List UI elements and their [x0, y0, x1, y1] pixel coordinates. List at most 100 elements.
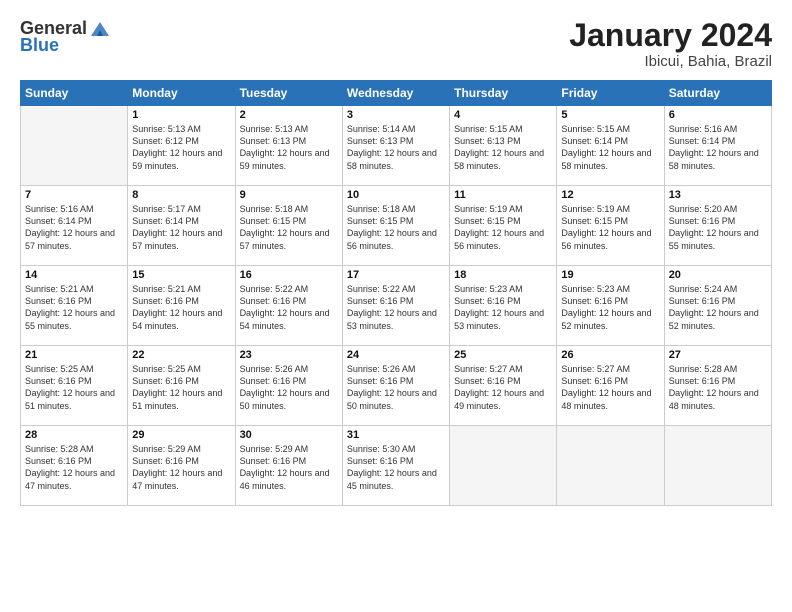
day-info: Sunrise: 5:18 AMSunset: 6:15 PMDaylight:…	[347, 203, 445, 252]
calendar-cell: 16 Sunrise: 5:22 AMSunset: 6:16 PMDayligh…	[235, 266, 342, 346]
day-number: 15	[132, 269, 230, 281]
calendar-cell: 6Sunrise: 5:16 AMSunset: 6:14 PMDaylight…	[664, 106, 771, 186]
calendar-cell: 20Sunrise: 5:24 AMSunset: 6:16 PMDayligh…	[664, 266, 771, 346]
weekday-header-tuesday: Tuesday	[235, 81, 342, 106]
day-number: 11	[454, 189, 552, 201]
day-number: 4	[454, 109, 552, 121]
calendar-subtitle: Ibicui, Bahia, Brazil	[569, 53, 772, 70]
calendar-cell: 28 Sunrise: 5:28 AMSunset: 6:16 PMDayligh…	[21, 426, 128, 506]
day-number: 8	[132, 189, 230, 201]
day-number: 18	[454, 269, 552, 281]
day-info: Sunrise: 5:22 AMSunset: 6:16 PMDaylight:…	[347, 283, 445, 332]
calendar-cell	[557, 426, 664, 506]
day-info: Sunrise: 5:28 AMSunset: 6:16 PMDaylight:…	[25, 443, 123, 492]
calendar-cell: 5 Sunrise: 5:15 AMSunset: 6:14 PMDaylight…	[557, 106, 664, 186]
day-number: 19	[561, 269, 659, 281]
calendar-week-1: 1 Sunrise: 5:13 AMSunset: 6:12 PMDaylight…	[21, 106, 772, 186]
calendar-cell: 17 Sunrise: 5:22 AMSunset: 6:16 PMDayligh…	[342, 266, 449, 346]
day-info: Sunrise: 5:18 AMSunset: 6:15 PMDaylight:…	[240, 203, 338, 252]
day-number: 31	[347, 429, 445, 441]
day-number: 7	[25, 189, 123, 201]
calendar-week-4: 21 Sunrise: 5:25 AMSunset: 6:16 PMDayligh…	[21, 346, 772, 426]
calendar-cell: 14 Sunrise: 5:21 AMSunset: 6:16 PMDayligh…	[21, 266, 128, 346]
weekday-header-monday: Monday	[128, 81, 235, 106]
weekday-header-saturday: Saturday	[664, 81, 771, 106]
day-info: Sunrise: 5:21 AMSunset: 6:16 PMDaylight:…	[25, 283, 123, 332]
calendar-cell	[664, 426, 771, 506]
calendar-cell: 24Sunrise: 5:26 AMSunset: 6:16 PMDayligh…	[342, 346, 449, 426]
day-number: 2	[240, 109, 338, 121]
calendar-cell: 7Sunrise: 5:16 AMSunset: 6:14 PMDaylight…	[21, 186, 128, 266]
day-number: 27	[669, 349, 767, 361]
day-info: Sunrise: 5:29 AMSunset: 6:16 PMDaylight:…	[132, 443, 230, 492]
day-number: 6	[669, 109, 767, 121]
day-number: 28	[25, 429, 123, 441]
day-info: Sunrise: 5:26 AMSunset: 6:16 PMDaylight:…	[240, 363, 338, 412]
calendar-cell: 11 Sunrise: 5:19 AMSunset: 6:15 PMDayligh…	[450, 186, 557, 266]
day-info: Sunrise: 5:13 AMSunset: 6:12 PMDaylight:…	[132, 123, 230, 172]
day-number: 16	[240, 269, 338, 281]
calendar-week-5: 28 Sunrise: 5:28 AMSunset: 6:16 PMDayligh…	[21, 426, 772, 506]
calendar-cell: 21Sunrise: 5:25 AMSunset: 6:16 PMDayligh…	[21, 346, 128, 426]
day-info: Sunrise: 5:27 AMSunset: 6:16 PMDaylight:…	[454, 363, 552, 412]
calendar-cell: 25 Sunrise: 5:27 AMSunset: 6:16 PMDayligh…	[450, 346, 557, 426]
calendar-cell: 27Sunrise: 5:28 AMSunset: 6:16 PMDayligh…	[664, 346, 771, 426]
title-block: January 2024 Ibicui, Bahia, Brazil	[569, 18, 772, 70]
day-number: 21	[25, 349, 123, 361]
calendar-cell: 13Sunrise: 5:20 AMSunset: 6:16 PMDayligh…	[664, 186, 771, 266]
day-info: Sunrise: 5:23 AMSunset: 6:16 PMDaylight:…	[561, 283, 659, 332]
day-info: Sunrise: 5:13 AMSunset: 6:13 PMDaylight:…	[240, 123, 338, 172]
logo: General Blue	[20, 18, 111, 56]
calendar-cell: 10 Sunrise: 5:18 AMSunset: 6:15 PMDayligh…	[342, 186, 449, 266]
calendar-cell: 18 Sunrise: 5:23 AMSunset: 6:16 PMDayligh…	[450, 266, 557, 346]
day-info: Sunrise: 5:23 AMSunset: 6:16 PMDaylight:…	[454, 283, 552, 332]
day-number: 14	[25, 269, 123, 281]
day-info: Sunrise: 5:15 AMSunset: 6:13 PMDaylight:…	[454, 123, 552, 172]
weekday-header-sunday: Sunday	[21, 81, 128, 106]
day-number: 13	[669, 189, 767, 201]
calendar-cell: 15 Sunrise: 5:21 AMSunset: 6:16 PMDayligh…	[128, 266, 235, 346]
day-number: 5	[561, 109, 659, 121]
calendar-cell: 2 Sunrise: 5:13 AMSunset: 6:13 PMDaylight…	[235, 106, 342, 186]
day-info: Sunrise: 5:19 AMSunset: 6:15 PMDaylight:…	[561, 203, 659, 252]
day-number: 23	[240, 349, 338, 361]
day-number: 10	[347, 189, 445, 201]
calendar-cell: 8 Sunrise: 5:17 AMSunset: 6:14 PMDaylight…	[128, 186, 235, 266]
day-info: Sunrise: 5:17 AMSunset: 6:14 PMDaylight:…	[132, 203, 230, 252]
day-number: 1	[132, 109, 230, 121]
weekday-header-row: SundayMondayTuesdayWednesdayThursdayFrid…	[21, 81, 772, 106]
calendar-cell: 1 Sunrise: 5:13 AMSunset: 6:12 PMDaylight…	[128, 106, 235, 186]
calendar-cell: 30Sunrise: 5:29 AMSunset: 6:16 PMDayligh…	[235, 426, 342, 506]
calendar-cell	[450, 426, 557, 506]
calendar-cell: 12Sunrise: 5:19 AMSunset: 6:15 PMDayligh…	[557, 186, 664, 266]
calendar-cell: 4 Sunrise: 5:15 AMSunset: 6:13 PMDaylight…	[450, 106, 557, 186]
weekday-header-thursday: Thursday	[450, 81, 557, 106]
day-info: Sunrise: 5:15 AMSunset: 6:14 PMDaylight:…	[561, 123, 659, 172]
calendar-week-2: 7Sunrise: 5:16 AMSunset: 6:14 PMDaylight…	[21, 186, 772, 266]
weekday-header-friday: Friday	[557, 81, 664, 106]
calendar-cell: 19 Sunrise: 5:23 AMSunset: 6:16 PMDayligh…	[557, 266, 664, 346]
calendar-cell: 26 Sunrise: 5:27 AMSunset: 6:16 PMDayligh…	[557, 346, 664, 426]
day-info: Sunrise: 5:25 AMSunset: 6:16 PMDaylight:…	[132, 363, 230, 412]
day-number: 26	[561, 349, 659, 361]
calendar-cell: 29Sunrise: 5:29 AMSunset: 6:16 PMDayligh…	[128, 426, 235, 506]
day-info: Sunrise: 5:29 AMSunset: 6:16 PMDaylight:…	[240, 443, 338, 492]
day-number: 9	[240, 189, 338, 201]
day-info: Sunrise: 5:21 AMSunset: 6:16 PMDaylight:…	[132, 283, 230, 332]
calendar-week-3: 14 Sunrise: 5:21 AMSunset: 6:16 PMDayligh…	[21, 266, 772, 346]
calendar-cell: 31Sunrise: 5:30 AMSunset: 6:16 PMDayligh…	[342, 426, 449, 506]
day-number: 20	[669, 269, 767, 281]
day-info: Sunrise: 5:27 AMSunset: 6:16 PMDaylight:…	[561, 363, 659, 412]
header: General Blue January 2024 Ibicui, Bahia,…	[20, 18, 772, 70]
calendar-title: January 2024	[569, 18, 772, 53]
day-info: Sunrise: 5:19 AMSunset: 6:15 PMDaylight:…	[454, 203, 552, 252]
day-number: 25	[454, 349, 552, 361]
calendar-cell	[21, 106, 128, 186]
logo-icon	[89, 20, 111, 38]
weekday-header-wednesday: Wednesday	[342, 81, 449, 106]
day-info: Sunrise: 5:22 AMSunset: 6:16 PMDaylight:…	[240, 283, 338, 332]
day-number: 22	[132, 349, 230, 361]
day-number: 17	[347, 269, 445, 281]
calendar-cell: 23 Sunrise: 5:26 AMSunset: 6:16 PMDayligh…	[235, 346, 342, 426]
day-info: Sunrise: 5:26 AMSunset: 6:16 PMDaylight:…	[347, 363, 445, 412]
